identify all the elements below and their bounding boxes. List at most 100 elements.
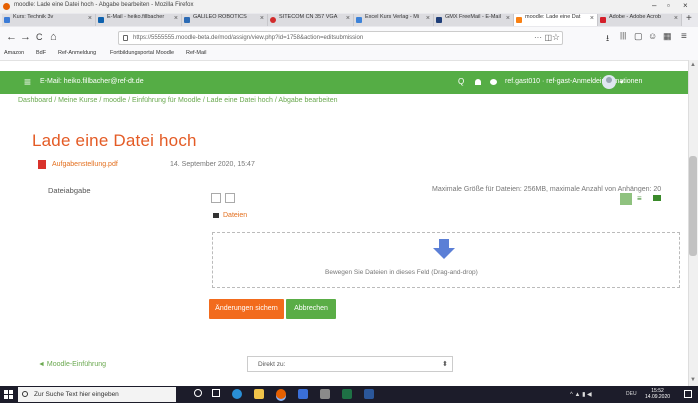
close-tab-icon[interactable]: × [506, 15, 510, 22]
page-actions-icon[interactable]: ··· [534, 33, 542, 42]
scrollbar-thumb[interactable] [689, 156, 697, 256]
dropzone-text: Bewegen Sie Dateien in dieses Feld (Drag… [325, 269, 478, 276]
bookmark-amazon[interactable]: Amazon [4, 50, 24, 56]
add-file-icon[interactable] [211, 193, 221, 203]
tab-label: Kurs: Technik 3v [13, 14, 54, 20]
taskbar-search-box[interactable]: Zur Suche Text hier eingeben [18, 387, 176, 402]
bookmarks-bar: Amazon BdF Ref-Anmeldung Fortbildungspor… [0, 49, 698, 61]
notifications-bell-icon[interactable] [475, 79, 481, 85]
cancel-button[interactable]: Abbrechen [286, 299, 336, 319]
view-tree-folder-icon[interactable] [653, 195, 661, 201]
close-tab-icon[interactable]: × [346, 15, 350, 22]
scroll-up-icon[interactable]: ▲ [690, 62, 696, 68]
tab-6-active[interactable]: moodle: Lade eine Dat × [514, 14, 598, 26]
downloads-icon[interactable]: ⭳ [606, 31, 609, 47]
bookmark-ref-anmeldung[interactable]: Ref-Anmeldung [58, 50, 96, 56]
system-tray-icons[interactable]: ^ ▲ ▮ ◀ [570, 391, 592, 398]
breadcrumb-item[interactable]: Lade eine Datei hoch [207, 97, 273, 104]
close-tab-icon[interactable]: × [88, 15, 92, 22]
tab-label: SITECOM CN 357 VGA [279, 14, 338, 20]
tab-label: Excel Kurs Verlag - Mi [365, 14, 420, 20]
close-tab-icon[interactable]: × [674, 15, 678, 22]
close-tab-icon[interactable]: × [260, 15, 264, 22]
clock[interactable]: 15:52 14.09.2020 [645, 388, 670, 400]
close-tab-icon[interactable]: × [174, 15, 178, 22]
url-bar[interactable]: https://5555555.moodle-beta.de/mod/assig… [118, 31, 563, 45]
lock-icon [123, 35, 128, 41]
tab-favicon-icon [356, 17, 362, 23]
clock-date: 14.09.2020 [645, 394, 671, 400]
search-icon [22, 391, 28, 397]
new-tab-icon[interactable]: + [686, 13, 692, 24]
edge-browser-icon[interactable] [232, 389, 242, 399]
tab-label: E-Mail - heiko.fillbacher [107, 14, 165, 20]
task-view-icon[interactable] [212, 389, 220, 397]
breadcrumb-item[interactable]: Meine Kurse [58, 97, 97, 104]
cortana-icon[interactable] [194, 389, 202, 397]
word-icon[interactable] [364, 389, 374, 399]
header-mail-text[interactable]: E-Mail: heiko.fillbacher@ref-dt.de [40, 78, 144, 85]
save-changes-button[interactable]: Änderungen sichern [209, 299, 284, 319]
back-icon[interactable]: ← [6, 31, 17, 43]
tab-2[interactable]: GALILEO ROBOTICS × [182, 14, 268, 26]
extension-icon[interactable]: ☺ [648, 31, 657, 41]
tab-7[interactable]: Adobe - Adobe Acrob × [598, 14, 682, 26]
forward-icon[interactable]: → [20, 31, 31, 43]
folder-path-link[interactable]: Dateien [223, 212, 247, 219]
tab-1[interactable]: E-Mail - heiko.fillbacher × [96, 14, 182, 26]
navigation-bar: ← → C ⌂ https://5555555.moodle-beta.de/m… [0, 27, 698, 50]
view-icons-icon[interactable] [620, 193, 632, 205]
breadcrumb-item[interactable]: moodle [103, 97, 126, 104]
previous-activity-link[interactable]: ◄ Moodle-Einführung [38, 361, 106, 368]
close-tab-icon[interactable]: × [590, 15, 594, 22]
tab-favicon-icon [270, 17, 276, 23]
bookmark-star-icon[interactable]: ☆ [552, 32, 560, 43]
pocket-icon[interactable]: ◫ [544, 33, 552, 42]
jump-to-select[interactable]: Direkt zu: ⬍ [247, 356, 453, 372]
tab-label: Adobe - Adobe Acrob [609, 14, 661, 20]
tab-favicon-icon [436, 17, 442, 23]
taskbar-app-2-icon[interactable] [320, 389, 330, 399]
file-dropzone[interactable]: Bewegen Sie Dateien in dieses Feld (Drag… [212, 232, 680, 288]
breadcrumb-item[interactable]: Dashboard [18, 97, 52, 104]
excel-icon[interactable] [342, 389, 352, 399]
user-avatar[interactable] [602, 75, 616, 89]
sidebar-icon[interactable]: ▢ [634, 31, 643, 42]
maximize-icon[interactable]: ▫ [667, 1, 670, 10]
input-language[interactable]: DEU [626, 391, 637, 397]
file-explorer-icon[interactable] [254, 389, 264, 399]
attachment-link[interactable]: Aufgabenstellung.pdf [52, 161, 118, 168]
view-list-icon[interactable]: ≡ [637, 194, 642, 203]
page-title: Lade eine Datei hoch [32, 131, 197, 150]
bookmark-bdf[interactable]: BdF [36, 50, 46, 56]
taskbar-app-icon[interactable] [298, 389, 308, 399]
home-icon[interactable]: ⌂ [50, 31, 57, 43]
library-icon[interactable]: ||| [620, 31, 626, 40]
tab-0[interactable]: Kurs: Technik 3v × [2, 14, 96, 26]
hamburger-menu-icon[interactable]: ≡ [681, 31, 687, 42]
close-tab-icon[interactable]: × [426, 15, 430, 22]
close-window-icon[interactable]: × [683, 1, 688, 10]
header-search-icon[interactable]: Q [458, 77, 464, 86]
firefox-taskbar-icon[interactable] [276, 389, 286, 399]
extension-2-icon[interactable]: ▦ [663, 31, 672, 42]
scroll-down-icon[interactable]: ▼ [690, 377, 696, 383]
moodle-header: ≡ E-Mail: heiko.fillbacher@ref-dt.de Q r… [0, 71, 688, 94]
user-menu-chevron-icon[interactable]: ▾ [620, 78, 624, 86]
tab-4[interactable]: Excel Kurs Verlag - Mi × [354, 14, 434, 26]
bookmark-fortbildungsportal[interactable]: Fortbildungsportal [110, 50, 154, 56]
messages-chat-icon[interactable] [490, 79, 497, 85]
bookmark-ref-mail[interactable]: Ref-Mail [186, 50, 206, 56]
tab-favicon-icon [4, 17, 10, 23]
tab-5[interactable]: GMX FreeMail - E-Mail × [434, 14, 514, 26]
tab-3[interactable]: SITECOM CN 357 VGA × [268, 14, 354, 26]
breadcrumb: Dashboard / Meine Kurse / moodle / Einfü… [18, 97, 338, 104]
bookmark-moodle[interactable]: Moodle [156, 50, 174, 56]
windows-start-icon[interactable] [4, 390, 14, 400]
reload-icon[interactable]: C [36, 32, 43, 42]
breadcrumb-item[interactable]: Einführung für Moodle [132, 97, 201, 104]
minimize-icon[interactable]: – [652, 1, 656, 10]
notification-center-icon[interactable] [684, 390, 692, 398]
menu-toggle-icon[interactable]: ≡ [24, 75, 31, 89]
create-folder-icon[interactable] [225, 193, 235, 203]
